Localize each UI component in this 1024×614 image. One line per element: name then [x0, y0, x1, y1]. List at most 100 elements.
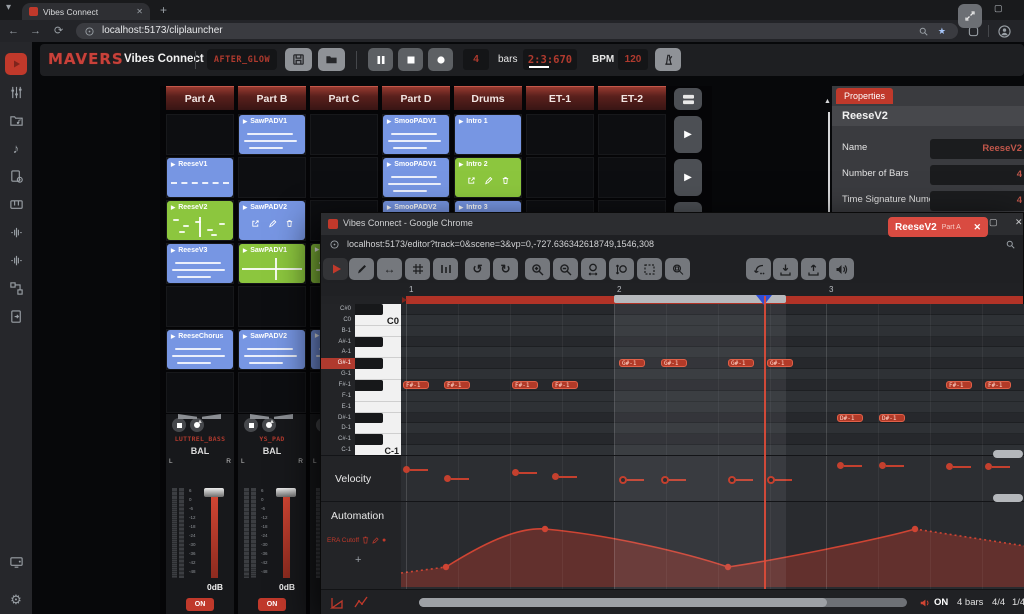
channel-on-button[interactable]: ON: [186, 598, 214, 611]
black-key-C#0[interactable]: [355, 304, 383, 315]
sidebar-item-audio-1[interactable]: [0, 218, 32, 246]
zoom-vertical-button[interactable]: [609, 258, 634, 280]
trash-icon[interactable]: [362, 536, 369, 544]
clip-play-icon[interactable]: ▶: [171, 162, 175, 168]
velocity-point[interactable]: [946, 463, 953, 470]
zoom-indicator-icon[interactable]: [1006, 240, 1015, 249]
clip-slot[interactable]: [238, 372, 306, 413]
clip-play-icon[interactable]: ▶: [243, 119, 247, 125]
clip-slot[interactable]: [598, 157, 666, 198]
balance-wedge[interactable]: [250, 414, 269, 419]
edit-clip-icon[interactable]: [268, 219, 277, 228]
open-project-button[interactable]: [318, 48, 345, 71]
url-field[interactable]: localhost:5173/cliplauncher ★: [76, 23, 958, 39]
midi-note-G#-1[interactable]: G#-1: [619, 359, 645, 367]
black-key-G#-1[interactable]: [355, 358, 383, 369]
clip-play-icon[interactable]: ▶: [459, 119, 463, 125]
clip-slot[interactable]: [238, 286, 306, 327]
snap-grid-button[interactable]: [405, 258, 430, 280]
balance-wedge[interactable]: [178, 414, 197, 419]
clip-sawpadv2[interactable]: ▶SawPADV2: [239, 330, 305, 369]
balance-wedge[interactable]: [274, 414, 293, 419]
fader-cap[interactable]: [204, 488, 224, 497]
black-key-A#-1[interactable]: [355, 337, 383, 348]
clip-play-icon[interactable]: ▶: [315, 333, 319, 339]
fullscreen-toggle-button[interactable]: [958, 4, 982, 28]
bookmark-star-icon[interactable]: ★: [938, 23, 946, 39]
clip-sawpadv1[interactable]: ▶SawPADV1: [239, 244, 305, 283]
track-header-part-c[interactable]: Part C: [310, 86, 378, 110]
black-key-F#-1[interactable]: [355, 380, 383, 391]
clip-play-icon[interactable]: ▶: [171, 248, 175, 254]
velocity-point[interactable]: [728, 476, 736, 484]
velocity-point[interactable]: [403, 466, 410, 473]
pencil-icon[interactable]: [372, 537, 379, 544]
tab-search-icon[interactable]: ▾: [6, 2, 11, 13]
forward-icon[interactable]: →: [30, 20, 41, 42]
scene-play-button[interactable]: ▶: [674, 159, 702, 196]
midi-note-F#-1[interactable]: F#-1: [512, 381, 538, 389]
clip-slot[interactable]: [526, 157, 594, 198]
play-button[interactable]: [323, 258, 348, 280]
velocity-point[interactable]: [552, 473, 559, 480]
sidebar-item-library[interactable]: [0, 106, 32, 134]
clip-play-icon[interactable]: ▶: [387, 119, 391, 125]
clip-play-icon[interactable]: ▶: [387, 205, 391, 211]
clip-name-field[interactable]: ReeseV2: [930, 139, 1024, 159]
record-button[interactable]: [428, 48, 453, 71]
draw-tool-button[interactable]: [349, 258, 374, 280]
editor-address-bar[interactable]: localhost:5173/editor?track=0&scene=3&vp…: [321, 235, 1023, 255]
clip-tab-close-icon[interactable]: ✕: [973, 222, 981, 233]
midi-note-D#-1[interactable]: D#-1: [837, 414, 863, 422]
midi-note-F#-1[interactable]: F#-1: [985, 381, 1011, 389]
piano-keyboard[interactable]: C0C-1: [355, 304, 401, 456]
scene-overview-button[interactable]: [674, 88, 702, 110]
audition-button[interactable]: [829, 258, 854, 280]
sidebar-item-routing[interactable]: [0, 274, 32, 302]
delete-clip-icon[interactable]: [501, 176, 510, 185]
zoom-in-button[interactable]: [525, 258, 550, 280]
clip-smoopadv1[interactable]: ▶SmooPADV1: [383, 115, 449, 154]
clip-smoopadv1[interactable]: ▶SmooPADV1: [383, 158, 449, 197]
save-button[interactable]: [285, 48, 312, 71]
midi-note-D#-1[interactable]: D#-1: [879, 414, 905, 422]
zoom-out-button[interactable]: [553, 258, 578, 280]
track-header-part-b[interactable]: Part B: [238, 86, 306, 110]
clip-slot[interactable]: [166, 114, 234, 155]
clip-play-icon[interactable]: ▶: [171, 205, 175, 211]
clip-reesechorus[interactable]: ▶ReeseChorus: [167, 330, 233, 369]
site-info-icon[interactable]: [330, 240, 339, 249]
site-info-icon[interactable]: [85, 27, 94, 36]
automation-parameter[interactable]: ERA Cutoff ●: [327, 536, 386, 544]
lane-resize-handle[interactable]: [993, 494, 1023, 502]
velocity-point[interactable]: [444, 475, 451, 482]
sidebar-item-instruments[interactable]: ♪: [0, 134, 32, 162]
midi-note-F#-1[interactable]: F#-1: [444, 381, 470, 389]
fader-bar[interactable]: [211, 497, 218, 578]
properties-tab[interactable]: Properties: [836, 88, 893, 104]
velocity-point[interactable]: [512, 469, 519, 476]
clip-length-status[interactable]: 4 bars: [957, 597, 983, 608]
open-clip-tab[interactable]: ReeseV2 Part A ✕: [888, 217, 988, 237]
scrollbar-thumb[interactable]: [419, 598, 827, 607]
mute-button[interactable]: [244, 418, 258, 432]
sidebar-item-clip-launcher[interactable]: [0, 50, 32, 78]
editor-maximize-button[interactable]: ▢: [989, 217, 998, 228]
clip-slot[interactable]: [166, 372, 234, 413]
zoom-selection-button[interactable]: [637, 258, 662, 280]
clip-reesev2[interactable]: ▶ReeseV2: [167, 201, 233, 240]
clip-play-icon[interactable]: ▶: [243, 248, 247, 254]
send-to-arrangement-button[interactable]: [746, 258, 771, 280]
sidebar-item-keyboard[interactable]: [0, 190, 32, 218]
velocity-point[interactable]: [985, 463, 992, 470]
clip-slot[interactable]: [598, 114, 666, 155]
tab-close-icon[interactable]: ✕: [136, 7, 143, 16]
midi-note-F#-1[interactable]: F#-1: [403, 381, 429, 389]
bpm-field[interactable]: 120: [618, 49, 648, 70]
clip-sawpadv2[interactable]: ▶SawPADV2: [239, 201, 305, 240]
track-header-drums[interactable]: Drums: [454, 86, 522, 110]
clip-reesev3[interactable]: ▶ReeseV3: [167, 244, 233, 283]
track-header-et-2[interactable]: ET-2: [598, 86, 666, 110]
clip-slot[interactable]: [310, 114, 378, 155]
metronome-on-label[interactable]: ON: [934, 597, 948, 608]
